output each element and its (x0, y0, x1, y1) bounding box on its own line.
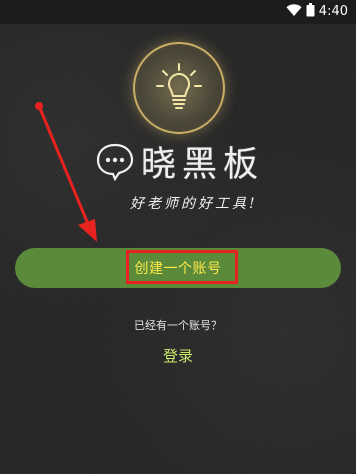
status-bar: 4:40 (0, 0, 356, 24)
status-icons: 4:40 (286, 2, 348, 21)
brand-tagline: 好老师的好工具! (130, 196, 258, 212)
already-have-account-text: 已经有一个账号？ (134, 319, 222, 332)
chat-bubble-icon (96, 143, 134, 181)
brand-name: 晓黑板 (141, 144, 265, 185)
battery-icon (306, 2, 315, 21)
wifi-icon (286, 2, 302, 21)
create-account-button[interactable]: 创建一个账号 (15, 248, 341, 288)
login-link[interactable]: 登录 (0, 345, 356, 366)
status-time: 4:40 (318, 4, 348, 19)
light-bulb-icon (156, 63, 202, 109)
create-account-label: 创建一个账号 (134, 261, 222, 277)
brand: 晓黑板 (95, 133, 270, 189)
